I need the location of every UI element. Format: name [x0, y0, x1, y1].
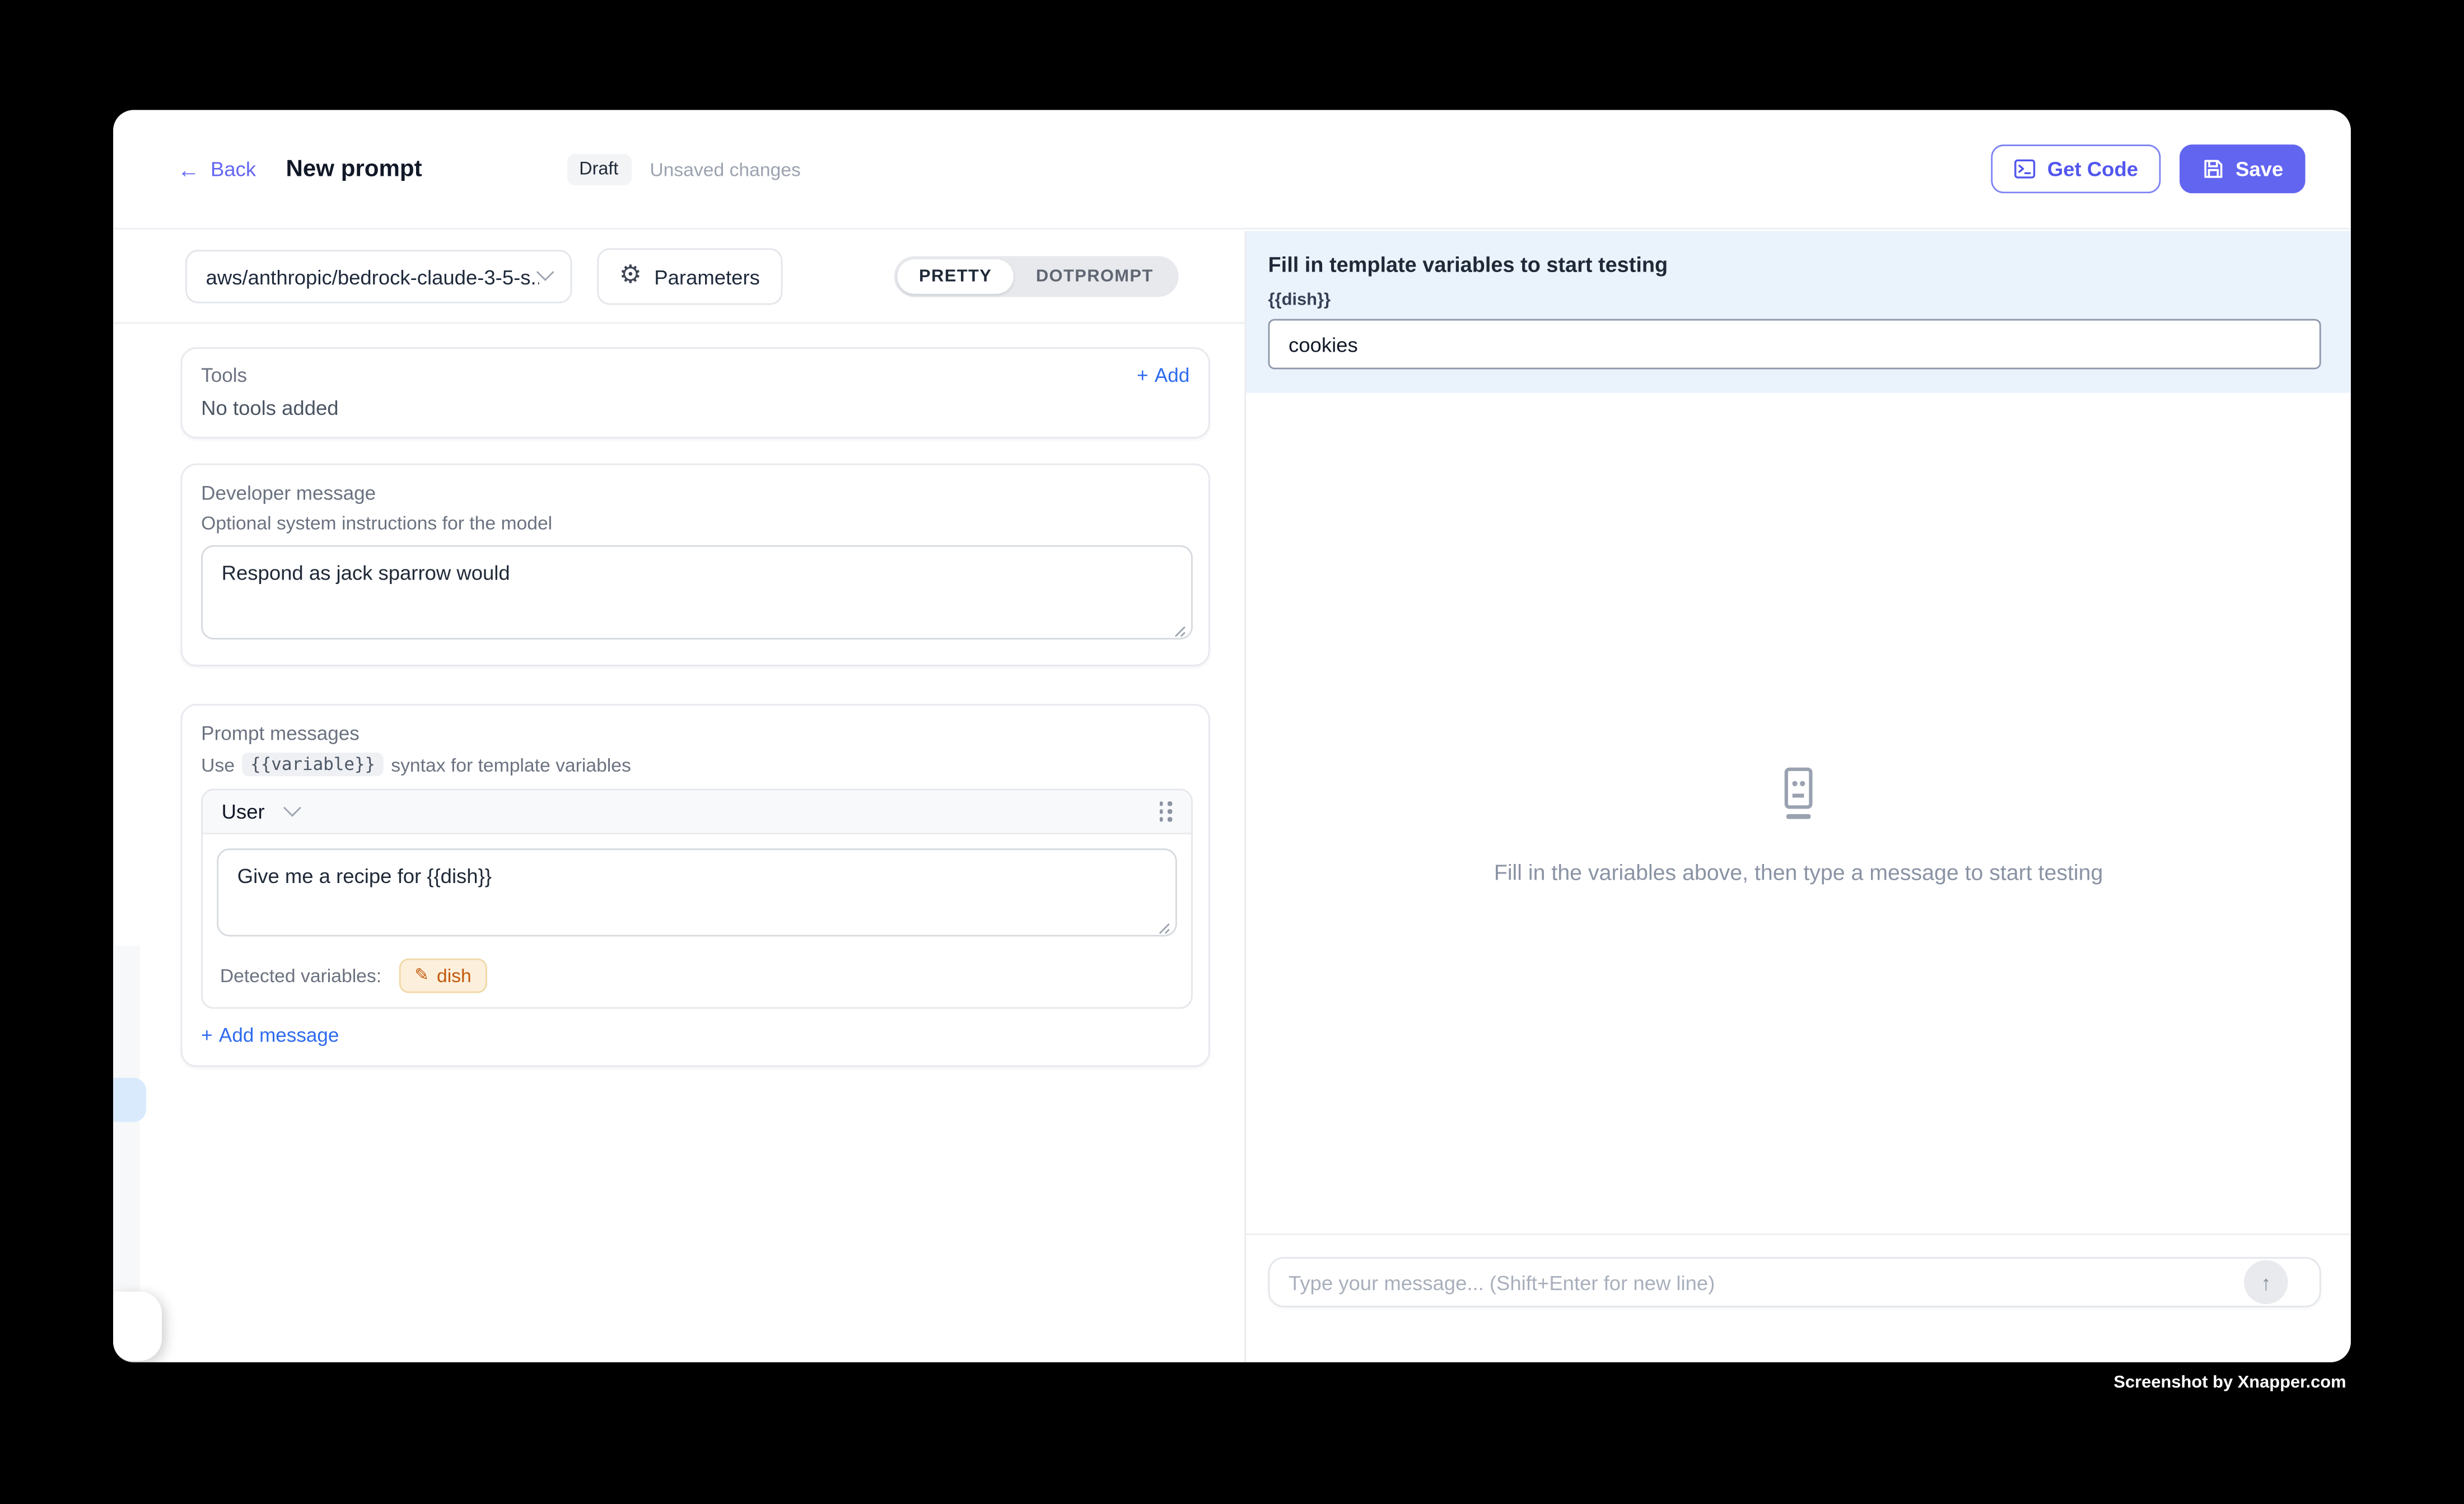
template-variables-panel: Fill in template variables to start test… — [1246, 231, 2351, 393]
drag-handle-icon[interactable] — [1159, 802, 1173, 821]
screenshot-stage: ← Back New prompt Draft Unsaved changes … — [0, 0, 2464, 1503]
tools-empty-text: No tools added — [201, 396, 1189, 419]
role-select-value: User — [222, 800, 265, 823]
model-select[interactable]: aws/anthropic/bedrock-claude-3-5-s... — [185, 250, 572, 303]
toggle-dotprompt[interactable]: DOTPROMPT — [1014, 259, 1175, 294]
developer-message-subtitle: Optional system instructions for the mod… — [201, 512, 1193, 534]
unsaved-changes-text: Unsaved changes — [650, 158, 801, 180]
detected-variables-label: Detected variables: — [220, 965, 381, 987]
robot-face-icon — [1772, 767, 1824, 821]
detected-variables-row: Detected variables: ✎ dish — [217, 959, 1177, 993]
chat-message-input[interactable] — [1268, 1257, 2321, 1307]
role-select[interactable]: User — [222, 800, 300, 823]
view-mode-toggle: PRETTY DOTPROMPT — [894, 256, 1178, 297]
chevron-down-icon — [284, 798, 302, 816]
watermark-text: Screenshot by Xnapper.com — [2113, 1374, 2346, 1393]
model-toolbar: aws/anthropic/bedrock-claude-3-5-s... ⚙ … — [113, 231, 1244, 324]
prompt-usage-hint: Use {{variable}} syntax for template var… — [201, 753, 1193, 776]
prompt-messages-card: Prompt messages Use {{variable}} syntax … — [181, 704, 1210, 1067]
up-arrow-icon: ↑ — [2261, 1271, 2271, 1294]
back-arrow-icon: ← — [178, 158, 199, 180]
chat-composer: ↑ — [1246, 1234, 2351, 1307]
get-code-button[interactable]: Get Code — [1991, 144, 2160, 193]
add-message-button[interactable]: + Add message — [201, 1025, 1193, 1047]
developer-message-input[interactable]: Respond as jack sparrow would — [201, 545, 1193, 639]
save-button[interactable]: Save — [2179, 144, 2306, 193]
plus-icon: + — [1137, 365, 1149, 386]
usage-suffix: syntax for template variables — [391, 754, 631, 776]
variable-chip-dish[interactable]: ✎ dish — [399, 959, 487, 993]
variable-dish-label: {{dish}} — [1268, 291, 2321, 310]
usage-prefix: Use — [201, 754, 235, 776]
back-button[interactable]: ← Back — [178, 157, 256, 181]
prompt-messages-title: Prompt messages — [201, 723, 1193, 745]
add-tool-button[interactable]: + Add — [1137, 365, 1189, 386]
left-edge-highlight-fragment — [113, 1078, 146, 1122]
save-label: Save — [2236, 157, 2283, 181]
toggle-pretty[interactable]: PRETTY — [897, 259, 1014, 294]
developer-message-card: Developer message Optional system instru… — [181, 464, 1210, 666]
user-message-input[interactable]: Give me a recipe for {{dish}} — [217, 848, 1177, 936]
pencil-icon: ✎ — [414, 967, 429, 984]
parameters-button[interactable]: ⚙ Parameters — [597, 248, 782, 305]
left-edge-popup-fragment — [113, 1292, 161, 1361]
page-title: New prompt — [286, 156, 422, 183]
developer-message-title: Developer message — [201, 482, 1193, 504]
status-badge: Draft — [567, 153, 631, 185]
back-label: Back — [211, 157, 256, 181]
app-window: ← Back New prompt Draft Unsaved changes … — [113, 110, 2351, 1362]
parameters-label: Parameters — [654, 265, 760, 288]
gear-icon: ⚙ — [619, 264, 642, 289]
header-actions: Get Code Save — [1991, 144, 2306, 193]
variable-chip-name: dish — [437, 965, 472, 987]
template-variables-heading: Fill in template variables to start test… — [1268, 253, 2321, 277]
chat-empty-state: Fill in the variables above, then type a… — [1246, 767, 2351, 884]
get-code-label: Get Code — [2047, 157, 2138, 181]
add-tool-label: Add — [1155, 365, 1189, 386]
terminal-icon — [2013, 157, 2036, 181]
save-icon — [2201, 157, 2224, 181]
variable-syntax-code: {{variable}} — [242, 753, 383, 776]
main-area: aws/anthropic/bedrock-claude-3-5-s... ⚙ … — [113, 231, 2351, 1362]
add-message-label: Add message — [219, 1025, 339, 1047]
model-select-value: aws/anthropic/bedrock-claude-3-5-s... — [206, 265, 539, 288]
chevron-down-icon — [536, 263, 554, 281]
tools-card: Tools + Add No tools added — [181, 347, 1210, 438]
message-role-row: User — [203, 790, 1191, 834]
editor-content: Tools + Add No tools added Developer mes… — [113, 324, 1244, 1067]
send-button[interactable]: ↑ — [2244, 1260, 2288, 1305]
chat-empty-caption: Fill in the variables above, then type a… — [1246, 860, 2351, 885]
plus-icon: + — [201, 1025, 213, 1047]
editor-pane: aws/anthropic/bedrock-claude-3-5-s... ⚙ … — [113, 231, 1244, 1362]
test-pane: Fill in template variables to start test… — [1244, 231, 2351, 1362]
header: ← Back New prompt Draft Unsaved changes … — [113, 110, 2351, 229]
tools-title: Tools — [201, 365, 247, 386]
message-block: User Give me a recipe for {{dish}} — [201, 789, 1193, 1009]
variable-dish-input[interactable] — [1268, 319, 2321, 370]
